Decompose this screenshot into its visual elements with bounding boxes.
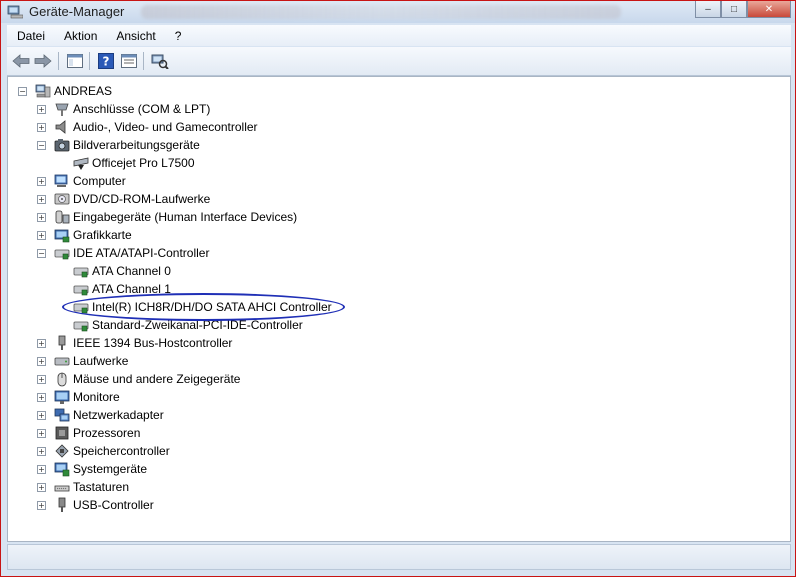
tree-item-label: DVD/CD-ROM-Laufwerke bbox=[73, 192, 211, 206]
help-button[interactable]: ? bbox=[96, 52, 116, 70]
toolbar-separator bbox=[143, 52, 144, 70]
help-icon: ? bbox=[98, 53, 114, 69]
scan-hardware-icon bbox=[151, 54, 169, 69]
tree-item-label: Computer bbox=[73, 174, 126, 188]
toolbar: ? bbox=[7, 47, 791, 76]
device-manager-window: Geräte-Manager – □ ✕ Datei Aktion Ansich… bbox=[0, 0, 796, 577]
expand-toggle[interactable]: + bbox=[37, 231, 46, 240]
network-icon bbox=[54, 408, 70, 422]
forward-icon bbox=[34, 54, 52, 68]
ide-controller-icon bbox=[54, 249, 70, 260]
computer-name: ANDREAS bbox=[54, 84, 113, 98]
tree-item-label: Mäuse und andere Zeigegeräte bbox=[73, 372, 241, 386]
scanner-icon bbox=[73, 157, 89, 170]
port-icon bbox=[55, 103, 69, 116]
device-manager-icon bbox=[7, 5, 23, 19]
camera-icon bbox=[54, 139, 70, 152]
tree-item-label: Standard-Zweikanal-PCI-IDE-Controller bbox=[92, 318, 303, 332]
expand-toggle[interactable]: + bbox=[37, 123, 46, 132]
expand-toggle[interactable]: + bbox=[37, 393, 46, 402]
tree-item-label: Eingabegeräte (Human Interface Devices) bbox=[73, 210, 298, 224]
tree-item-label: Intel(R) ICH8R/DH/DO SATA AHCI Controlle… bbox=[92, 300, 332, 314]
minimize-button[interactable]: – bbox=[695, 1, 721, 18]
tree-item-label: Tastaturen bbox=[73, 480, 130, 494]
tree-item-label: Prozessoren bbox=[73, 426, 141, 440]
status-bar bbox=[7, 544, 791, 570]
tree-item-label: USB-Controller bbox=[73, 498, 154, 512]
properties-icon bbox=[121, 54, 137, 68]
expand-toggle[interactable]: + bbox=[37, 357, 46, 366]
window-title: Geräte-Manager bbox=[29, 4, 125, 19]
expand-toggle[interactable]: + bbox=[37, 447, 46, 456]
tree-item-label: Anschlüsse (COM & LPT) bbox=[73, 102, 211, 116]
tree-item-label: ATA Channel 1 bbox=[92, 282, 171, 296]
menu-ansicht[interactable]: Ansicht bbox=[106, 29, 164, 43]
expand-toggle[interactable]: + bbox=[37, 339, 46, 348]
toolbar-separator bbox=[58, 52, 59, 70]
title-bar[interactable]: Geräte-Manager – □ ✕ bbox=[1, 1, 795, 23]
scan-hardware-button[interactable] bbox=[150, 52, 170, 70]
collapse-toggle[interactable]: − bbox=[37, 141, 46, 150]
ide-channel-icon bbox=[73, 303, 89, 314]
tree-item-label: Speichercontroller bbox=[73, 444, 170, 458]
menu-bar: Datei Aktion Ansicht ? bbox=[7, 25, 791, 46]
expand-toggle[interactable]: + bbox=[37, 483, 46, 492]
tree-item-label: IDE ATA/ATAPI-Controller bbox=[73, 246, 210, 260]
tree-item-label: Netzwerkadapter bbox=[73, 408, 164, 422]
storage-controller-icon bbox=[55, 444, 69, 458]
usb-icon bbox=[58, 497, 66, 512]
mouse-icon bbox=[57, 372, 67, 387]
expand-toggle[interactable]: + bbox=[37, 195, 46, 204]
menu-datei[interactable]: Datei bbox=[7, 29, 54, 43]
expand-toggle[interactable]: + bbox=[37, 177, 46, 186]
collapse-toggle[interactable]: − bbox=[18, 87, 27, 96]
blurred-title-area bbox=[141, 5, 621, 19]
expand-toggle[interactable]: + bbox=[37, 105, 46, 114]
firewire-icon bbox=[58, 335, 66, 350]
monitor-icon bbox=[54, 390, 70, 404]
expand-toggle[interactable]: + bbox=[37, 411, 46, 420]
ide-channel-icon bbox=[73, 285, 89, 296]
forward-button[interactable] bbox=[33, 52, 53, 70]
ide-channel-icon bbox=[73, 267, 89, 278]
console-tree-icon bbox=[67, 54, 83, 68]
tree-item-label: Bildverarbeitungsgeräte bbox=[73, 138, 200, 152]
back-button[interactable] bbox=[11, 52, 31, 70]
svg-text:?: ? bbox=[103, 55, 110, 69]
tree-item-label: IEEE 1394 Bus-Hostcontroller bbox=[73, 336, 233, 350]
properties-button[interactable] bbox=[119, 52, 139, 70]
tree-item-label: ATA Channel 0 bbox=[92, 264, 171, 278]
cd-drive-icon bbox=[54, 193, 70, 205]
device-tree[interactable]: − ANDREAS + Anschlüsse (COM & LPT) + Aud… bbox=[7, 76, 791, 542]
hid-icon bbox=[55, 210, 70, 224]
back-icon bbox=[12, 54, 30, 68]
tree-item-label: Laufwerke bbox=[73, 354, 129, 368]
expand-toggle[interactable]: + bbox=[37, 213, 46, 222]
processor-icon bbox=[55, 426, 69, 440]
system-icon bbox=[54, 462, 70, 477]
toolbar-separator bbox=[89, 52, 90, 70]
console-tree-button[interactable] bbox=[65, 52, 85, 70]
tree-item-label: Systemgeräte bbox=[73, 462, 148, 476]
disk-drive-icon bbox=[54, 357, 70, 366]
display-adapter-icon bbox=[54, 229, 70, 243]
expand-toggle[interactable]: + bbox=[37, 465, 46, 474]
expand-toggle[interactable]: + bbox=[37, 429, 46, 438]
menu-help[interactable]: ? bbox=[165, 29, 191, 43]
expand-toggle[interactable]: + bbox=[37, 501, 46, 510]
maximize-button[interactable]: □ bbox=[721, 1, 747, 18]
computer-icon bbox=[54, 174, 68, 187]
tree-item-label: Monitore bbox=[73, 390, 120, 404]
menu-aktion[interactable]: Aktion bbox=[54, 29, 106, 43]
speaker-icon bbox=[55, 120, 66, 134]
collapse-toggle[interactable]: − bbox=[37, 249, 46, 258]
tree-item-label: Audio-, Video- und Gamecontroller bbox=[73, 120, 258, 134]
close-button[interactable]: ✕ bbox=[747, 1, 791, 18]
ide-channel-icon bbox=[73, 321, 89, 332]
keyboard-icon bbox=[54, 485, 70, 492]
computer-root-icon bbox=[35, 84, 51, 98]
tree-item-label: Grafikkarte bbox=[73, 228, 132, 242]
tree-item-label: Officejet Pro L7500 bbox=[92, 156, 195, 170]
expand-toggle[interactable]: + bbox=[37, 375, 46, 384]
